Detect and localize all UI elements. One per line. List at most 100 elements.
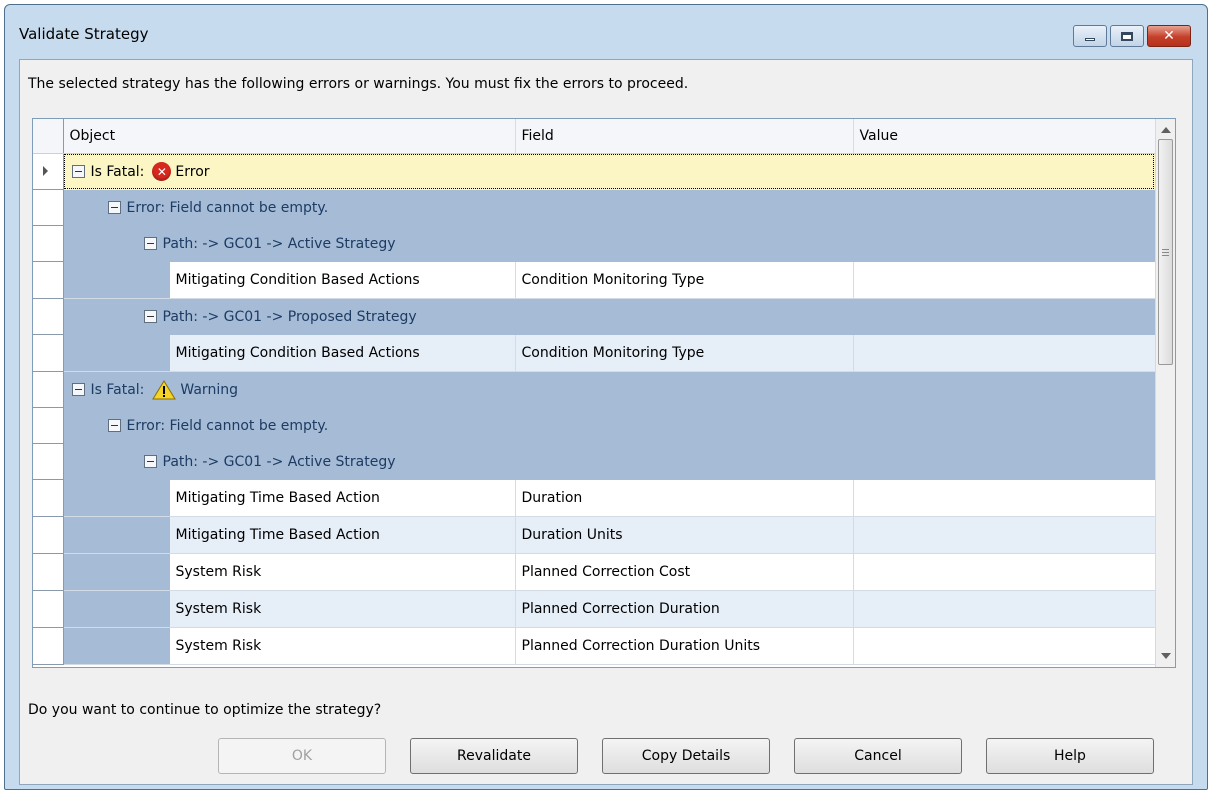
maximize-icon [1121,31,1133,41]
cell-object: System Risk [175,637,262,654]
row-selector[interactable] [33,334,64,372]
group-label: Error: Field cannot be empty. [126,417,329,434]
close-button[interactable]: ✕ [1147,25,1191,47]
button-bar: OK Revalidate Copy Details Cancel Help [218,738,1154,774]
table-row[interactable]: Mitigating Time Based Action Duration Un… [33,516,1156,554]
validate-strategy-window: Validate Strategy ✕ The selected strateg… [4,4,1208,790]
cell-value[interactable] [853,627,1156,665]
arrow-up-icon [1160,127,1171,133]
warning-icon [152,379,177,399]
cell-field: Duration [515,479,854,517]
close-icon: ✕ [1163,28,1175,44]
current-row-arrow-icon [43,165,48,176]
row-selector[interactable] [33,153,64,190]
group-row-path[interactable]: Path: -> GC01 -> Active Strategy [33,225,1155,262]
cell-value[interactable] [853,334,1156,372]
validation-grid[interactable]: Object Field Value Is Fatal: ✕ Error Err… [32,118,1176,668]
group-row-path[interactable]: Path: -> GC01 -> Proposed Strategy [33,298,1155,335]
row-selector[interactable] [33,627,64,665]
vertical-scrollbar[interactable] [1155,119,1175,667]
cell-value[interactable] [853,553,1156,591]
cell-value[interactable] [853,590,1156,628]
collapse-toggle[interactable] [143,310,157,323]
cell-value[interactable] [853,479,1156,517]
row-selector[interactable] [33,479,64,517]
group-status: Warning [180,381,238,398]
collapse-toggle[interactable] [71,165,85,178]
collapse-toggle[interactable] [107,201,121,214]
row-selector[interactable] [33,590,64,628]
row-selector[interactable] [33,443,64,480]
scroll-thumb[interactable] [1158,139,1173,365]
cell-field: Duration Units [515,516,854,554]
cell-object: Mitigating Time Based Action [175,526,380,543]
column-header-value[interactable]: Value [852,119,1155,154]
scroll-down-button[interactable] [1157,647,1174,665]
cell-field: Condition Monitoring Type [515,261,854,299]
cell-object: Mitigating Condition Based Actions [175,271,420,288]
maximize-button[interactable] [1110,25,1144,47]
caption-buttons: ✕ [1073,25,1191,49]
arrow-down-icon [1160,653,1171,659]
help-button[interactable]: Help [986,738,1154,774]
group-row-error[interactable]: Error: Field cannot be empty. [33,189,1155,226]
minimize-button[interactable] [1073,25,1107,47]
minimize-icon [1085,38,1095,41]
validation-table: Object Field Value Is Fatal: ✕ Error Err… [33,119,1156,665]
row-selector[interactable] [33,553,64,591]
validation-message: The selected strategy has the following … [28,76,689,92]
row-selector[interactable] [33,407,64,444]
row-selector-header [33,119,64,154]
copy-details-button[interactable]: Copy Details [602,738,770,774]
cell-object: Mitigating Time Based Action [175,489,380,506]
group-label: Path: -> GC01 -> Active Strategy [162,453,396,470]
group-label: Is Fatal: [90,381,145,398]
column-header-object[interactable]: Object [62,119,515,154]
group-row-path[interactable]: Path: -> GC01 -> Active Strategy [33,443,1155,480]
group-status: Error [175,163,210,180]
cell-field: Planned Correction Duration Units [515,627,854,665]
row-selector[interactable] [33,371,64,408]
table-row[interactable]: Mitigating Condition Based Actions Condi… [33,261,1156,299]
window-title: Validate Strategy [19,25,149,43]
continue-question: Do you want to continue to optimize the … [28,702,382,718]
table-row[interactable]: Mitigating Time Based Action Duration [33,479,1156,517]
group-label: Is Fatal: [90,163,145,180]
scroll-up-button[interactable] [1157,121,1174,139]
table-row[interactable]: Mitigating Condition Based Actions Condi… [33,334,1156,372]
cell-value[interactable] [853,261,1156,299]
cell-object: System Risk [175,563,262,580]
table-row[interactable]: System Risk Planned Correction Cost [33,553,1156,591]
collapse-toggle[interactable] [107,419,121,432]
collapse-toggle[interactable] [143,455,157,468]
cell-field: Planned Correction Cost [515,553,854,591]
dialog-body: The selected strategy has the following … [19,59,1193,785]
row-selector[interactable] [33,261,64,299]
collapse-toggle[interactable] [143,237,157,250]
group-label: Error: Field cannot be empty. [126,199,329,216]
table-row[interactable]: System Risk Planned Correction Duration … [33,627,1156,665]
row-selector[interactable] [33,298,64,335]
group-label: Path: -> GC01 -> Proposed Strategy [162,308,417,325]
row-selector[interactable] [33,225,64,262]
error-icon: ✕ [152,162,172,181]
table-row[interactable]: System Risk Planned Correction Duration [33,590,1156,628]
cell-object: System Risk [175,600,262,617]
cancel-button[interactable]: Cancel [794,738,962,774]
header-row: Object Field Value [33,119,1155,154]
cell-field: Planned Correction Duration [515,590,854,628]
ok-button[interactable]: OK [218,738,386,774]
collapse-toggle[interactable] [71,383,85,396]
revalidate-button[interactable]: Revalidate [410,738,578,774]
cell-field: Condition Monitoring Type [515,334,854,372]
group-label: Path: -> GC01 -> Active Strategy [162,235,396,252]
cell-object: Mitigating Condition Based Actions [175,344,420,361]
column-header-field[interactable]: Field [514,119,853,154]
grip-icon [1162,248,1169,256]
group-row-error[interactable]: Error: Field cannot be empty. [33,407,1155,444]
row-selector[interactable] [33,516,64,554]
row-selector[interactable] [33,189,64,226]
group-row-fatal-warning[interactable]: Is Fatal: Warning [33,371,1155,408]
group-row-fatal-error[interactable]: Is Fatal: ✕ Error [33,153,1155,190]
cell-value[interactable] [853,516,1156,554]
